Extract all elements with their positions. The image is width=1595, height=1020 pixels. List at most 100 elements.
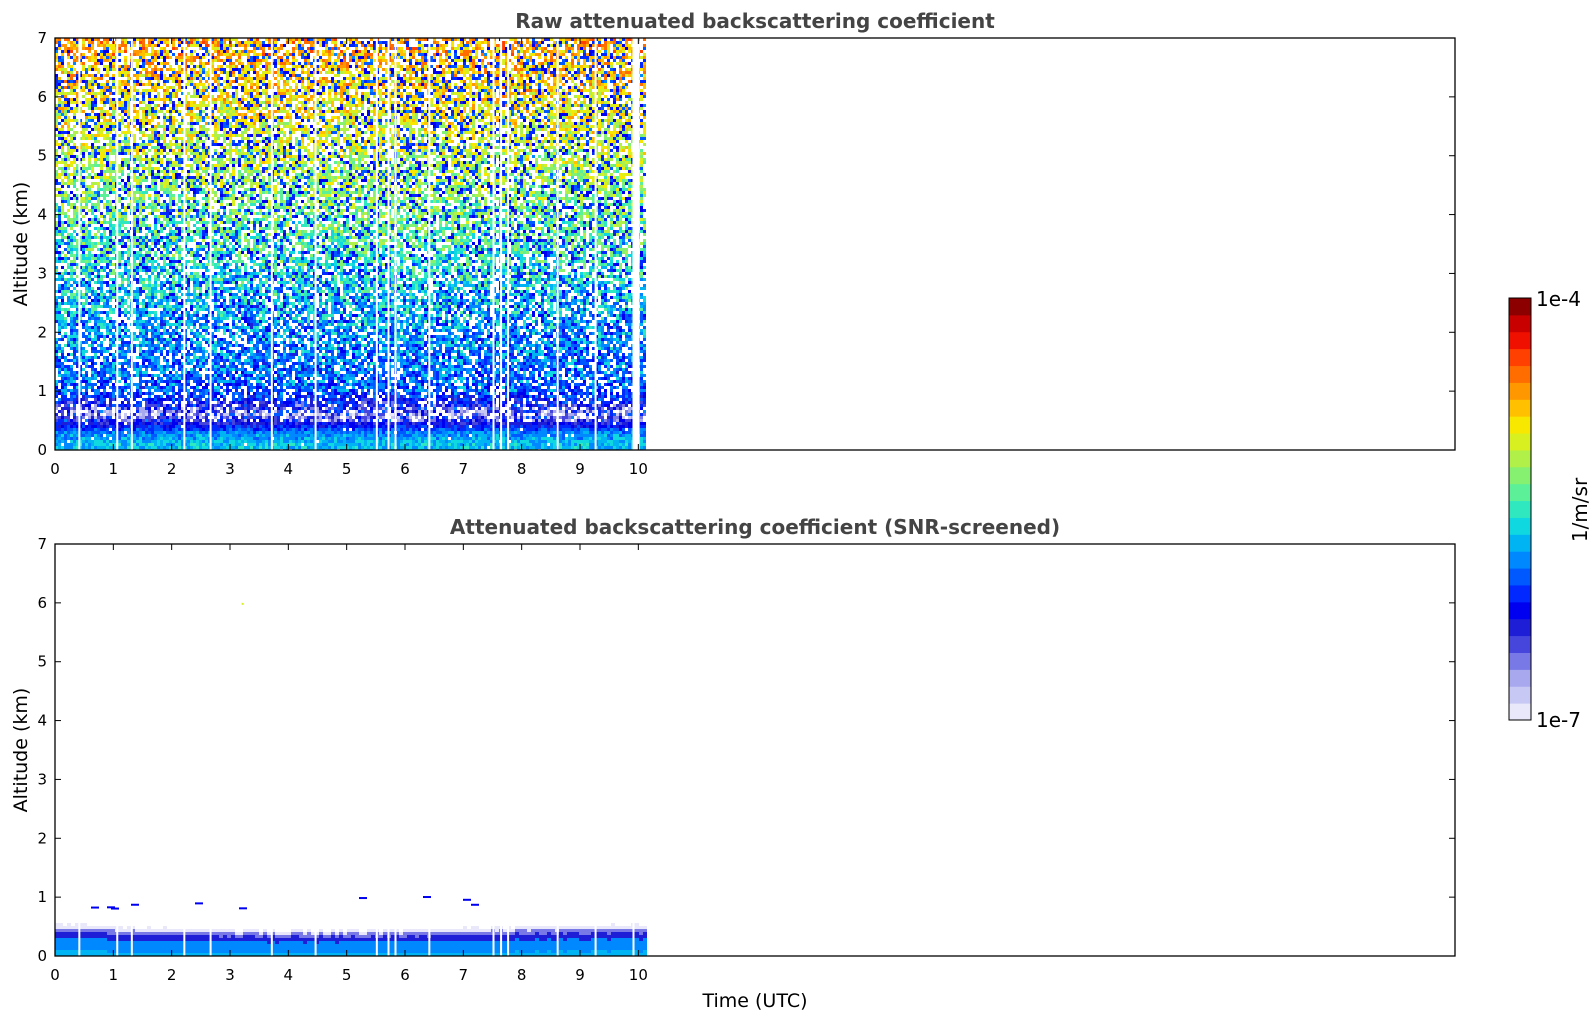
data-gap [395, 921, 397, 956]
y-tick-label: 1 [37, 382, 47, 400]
x-tick-label: 0 [50, 966, 60, 984]
data-gap [315, 38, 317, 450]
y-tick-label: 4 [37, 712, 47, 730]
colorbar-swatch [1509, 652, 1531, 669]
data-gap [116, 921, 118, 956]
x-tick-label: 0 [50, 460, 60, 478]
x-tick-label: 9 [575, 966, 585, 984]
colorbar-swatch [1509, 399, 1531, 416]
isolated-point [242, 603, 244, 605]
raw-heatmap [55, 38, 646, 452]
data-gap [116, 38, 118, 450]
colorbar-swatch [1509, 602, 1531, 619]
data-gap [376, 921, 378, 956]
data-gap [183, 921, 185, 956]
colorbar-min-label: 1e-7 [1536, 708, 1581, 732]
y-tick-label: 5 [37, 147, 47, 165]
data-gap [428, 38, 430, 450]
colorbar-swatch [1509, 450, 1531, 467]
data-gap [395, 38, 397, 450]
data-gap [131, 38, 133, 450]
y-tick-label: 6 [37, 594, 47, 612]
colorbar-swatch [1509, 416, 1531, 433]
colorbar-swatch [1509, 669, 1531, 686]
data-gap [376, 38, 378, 450]
data-gap [493, 38, 495, 450]
data-gap [388, 38, 390, 450]
data-gap [428, 921, 430, 956]
x-tick-label: 4 [284, 966, 294, 984]
y-tick-label: 0 [37, 441, 47, 459]
x-tick-label: 1 [109, 966, 119, 984]
x-tick-label: 5 [342, 966, 352, 984]
data-gap [210, 38, 212, 450]
data-gap [493, 921, 495, 956]
colorbar-swatch [1509, 568, 1531, 585]
screened-axes: 0 1 2 3 4 5 6 7 8 9 1001234567 [37, 535, 1455, 984]
data-gap [595, 921, 597, 956]
y-tick-label: 1 [37, 888, 47, 906]
data-gap [507, 38, 509, 450]
data-gap [633, 921, 635, 956]
y-tick-label: 7 [37, 29, 47, 47]
colorbar-swatch [1509, 315, 1531, 332]
figure: Raw attenuated backscattering coefficien… [0, 0, 1595, 1020]
y-tick-label: 3 [37, 770, 47, 788]
colorbar-swatch [1509, 585, 1531, 602]
y-tick-label: 7 [37, 535, 47, 553]
panel-screened: Attenuated backscattering coefficient (S… [10, 515, 1455, 1012]
y-tick-label: 6 [37, 88, 47, 106]
x-tick-label: 3 [225, 460, 235, 478]
colorbar-swatch [1509, 332, 1531, 349]
colorbar-swatch [1509, 619, 1531, 636]
data-gap [78, 921, 80, 956]
data-gap [388, 921, 390, 956]
colorbar-swatch [1509, 517, 1531, 534]
colorbar-swatch [1509, 467, 1531, 484]
data-gap [500, 921, 502, 956]
panel-screened-title: Attenuated backscattering coefficient (S… [450, 515, 1060, 539]
x-tick-label: 2 [167, 966, 177, 984]
data-gap [595, 38, 597, 450]
screened-xlabel: Time (UTC) [701, 990, 807, 1012]
colorbar-swatch [1509, 551, 1531, 568]
y-tick-label: 2 [37, 829, 47, 847]
data-gap [210, 921, 212, 956]
screened-ylabel: Altitude (km) [10, 688, 32, 813]
x-tick-label: 6 [400, 966, 410, 984]
colorbar-swatch [1509, 636, 1531, 653]
data-gap [500, 38, 502, 450]
y-tick-label: 0 [37, 947, 47, 965]
screened-heatmap [55, 603, 647, 956]
colorbar: 1e-4 1e-7 1/m/sr [1509, 287, 1592, 732]
x-tick-label: 8 [517, 966, 527, 984]
x-tick-label: 10 [629, 460, 648, 478]
x-tick-label: 1 [109, 460, 119, 478]
colorbar-swatch [1509, 534, 1531, 551]
data-gap [183, 38, 185, 450]
x-tick-label: 8 [517, 460, 527, 478]
data-gap [271, 38, 273, 450]
colorbar-unit-label: 1/m/sr [1568, 477, 1592, 542]
y-tick-label: 3 [37, 264, 47, 282]
colorbar-swatch [1509, 366, 1531, 383]
x-tick-label: 9 [575, 460, 585, 478]
x-tick-label: 2 [167, 460, 177, 478]
colorbar-swatch [1509, 349, 1531, 366]
y-tick-label: 5 [37, 653, 47, 671]
x-tick-label: 7 [459, 460, 469, 478]
raw-ylabel: Altitude (km) [10, 182, 32, 307]
y-tick-label: 2 [37, 323, 47, 341]
colorbar-swatch [1509, 433, 1531, 450]
data-gap [315, 921, 317, 956]
x-tick-label: 5 [342, 460, 352, 478]
colorbar-max-label: 1e-4 [1536, 287, 1581, 311]
data-gap [507, 921, 509, 956]
panel-raw-title: Raw attenuated backscattering coefficien… [515, 9, 995, 33]
data-gap [557, 921, 559, 956]
colorbar-swatch [1509, 703, 1531, 720]
colorbar-swatch [1509, 484, 1531, 501]
data-gap [557, 38, 559, 450]
colorbar-swatch [1509, 501, 1531, 518]
data-gap [271, 921, 273, 956]
